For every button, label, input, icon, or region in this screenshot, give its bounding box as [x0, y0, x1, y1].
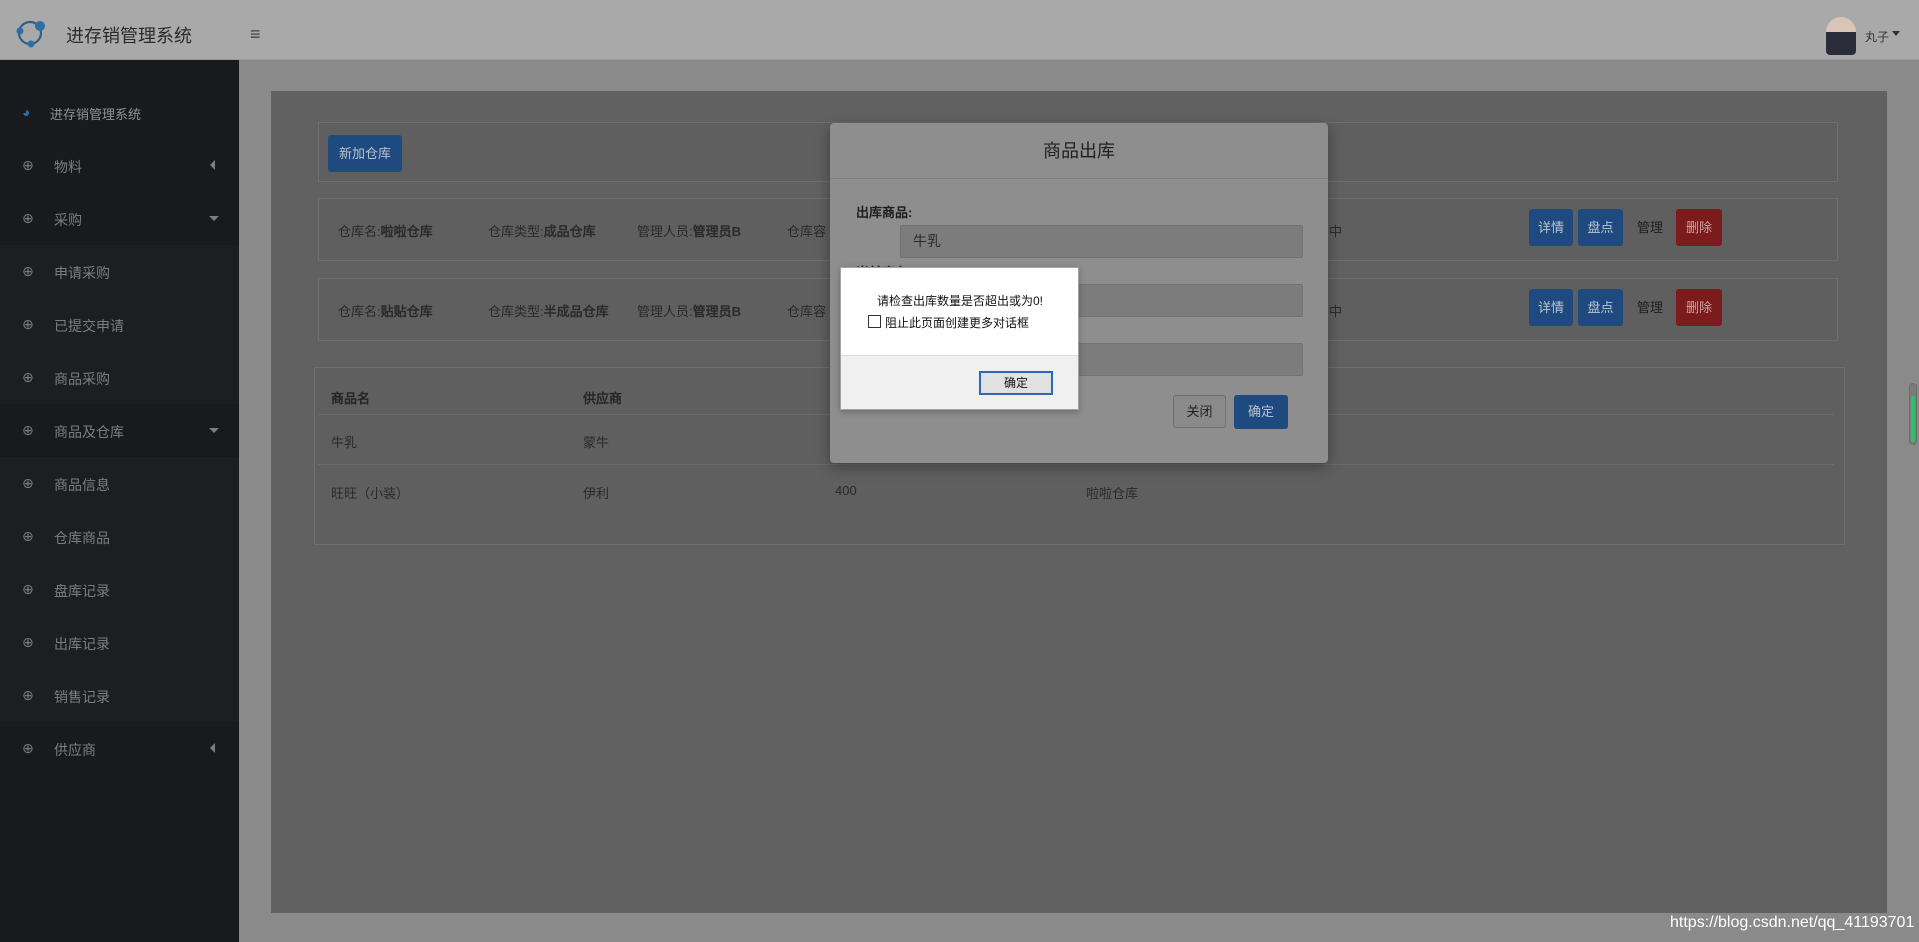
table-cell-name: 旺旺（小装） — [331, 486, 410, 501]
sidebar-item-apply-purchase[interactable]: ⊕ 申请采购 — [0, 245, 239, 298]
table-cell-warehouse: 啦啦仓库 — [1086, 486, 1139, 501]
sidebar-item-supplier[interactable]: ⊕ 供应商 — [0, 722, 239, 775]
table-cell-supplier: 伊利 — [583, 486, 610, 501]
sidebar-item-goods-warehouse[interactable]: ⊕ 商品及仓库 — [0, 404, 239, 457]
avatar[interactable] — [1826, 17, 1856, 55]
crosshair-icon: ⊕ — [22, 263, 34, 279]
crosshair-icon: ⊕ — [22, 316, 34, 332]
app-title: 进存销管理系统 — [66, 26, 192, 46]
logo-icon — [16, 20, 45, 48]
sidebar-item-label: 物料 — [54, 159, 82, 175]
sidebar-item-label: 盘库记录 — [54, 583, 110, 599]
sidebar-item-stocktake-records[interactable]: ⊕ 盘库记录 — [0, 563, 239, 616]
stocktake-button[interactable]: 盘点 — [1578, 289, 1623, 326]
sidebar-item-label: 仓库商品 — [54, 530, 110, 546]
chevron-down-icon — [209, 428, 219, 433]
alert-footer: 确定 — [841, 355, 1078, 409]
manage-button[interactable]: 管理 — [1628, 209, 1672, 246]
suppress-dialogs-checkbox[interactable] — [868, 315, 881, 328]
watermark: https://blog.csdn.net/qq_41193701 — [1670, 914, 1915, 931]
sidebar-item-label: 申请采购 — [54, 265, 110, 281]
sidebar-item-label: 出库记录 — [54, 636, 110, 652]
crosshair-icon: ⊕ — [22, 687, 34, 703]
crosshair-icon: ⊕ — [22, 634, 34, 650]
warehouse-status: 中 — [1329, 304, 1343, 319]
table-cell-name: 牛乳 — [331, 435, 358, 450]
sidebar-item-label: 商品信息 — [54, 477, 110, 493]
sidebar-item-submitted[interactable]: ⊕ 已提交申请 — [0, 298, 239, 351]
stocktake-button[interactable]: 盘点 — [1578, 209, 1623, 246]
warehouse-manager: 管理人员:管理员B — [637, 304, 742, 319]
product-label: 出库商品: — [856, 205, 913, 220]
top-header: 进存销管理系统 ≡ 丸子 — [0, 0, 1919, 60]
sidebar-item-goods-info[interactable]: ⊕ 商品信息 — [0, 457, 239, 510]
detail-button[interactable]: 详情 — [1529, 209, 1573, 246]
product-field[interactable]: 牛乳 — [900, 225, 1303, 258]
warehouse-name: 仓库名:啦啦仓库 — [338, 224, 433, 239]
sidebar-item-label: 销售记录 — [54, 689, 110, 705]
warehouse-type: 仓库类型:成品仓库 — [488, 224, 596, 239]
crosshair-icon: ⊕ — [22, 369, 34, 385]
sidebar-item-label: 商品及仓库 — [54, 424, 124, 440]
crosshair-icon: ⊕ — [22, 422, 34, 438]
column-header-name: 商品名 — [331, 391, 371, 406]
crosshair-icon: ⊕ — [22, 740, 34, 756]
alert-ok-button[interactable]: 确定 — [979, 371, 1053, 395]
crosshair-icon: ⊕ — [22, 475, 34, 491]
crosshair-icon: ⊕ — [22, 210, 34, 226]
suppress-dialogs-label[interactable]: 阻止此页面创建更多对话框 — [885, 314, 1029, 331]
sidebar-item-label: 供应商 — [54, 742, 96, 758]
add-warehouse-button[interactable]: 新加仓库 — [328, 135, 402, 172]
sidebar-item-purchase[interactable]: ⊕ 采购 — [0, 192, 239, 245]
sidebar-item-label: 已提交申请 — [54, 318, 124, 334]
alert-dialog: 请检查出库数量是否超出或为0! 阻止此页面创建更多对话框 确定 — [840, 267, 1079, 410]
confirm-button[interactable]: 确定 — [1234, 395, 1288, 429]
manage-button[interactable]: 管理 — [1628, 289, 1672, 326]
sidebar-item-label: 采购 — [54, 212, 82, 228]
table-cell-supplier: 蒙牛 — [583, 435, 610, 450]
chevron-left-icon — [210, 160, 215, 170]
warehouse-name: 仓库名:贴贴仓库 — [338, 304, 433, 319]
table-cell-quantity: 400 — [835, 483, 857, 498]
sidebar-item-warehouse-goods[interactable]: ⊕ 仓库商品 — [0, 510, 239, 563]
delete-button[interactable]: 删除 — [1676, 289, 1722, 326]
delete-button[interactable]: 删除 — [1676, 209, 1722, 246]
warehouse-status: 中 — [1329, 224, 1343, 239]
warehouse-type: 仓库类型:半成品仓库 — [488, 304, 609, 319]
alert-message: 请检查出库数量是否超出或为0! — [877, 294, 1044, 308]
scroll-indicator[interactable] — [1909, 383, 1917, 445]
sidebar-item-sales-records[interactable]: ⊕ 销售记录 — [0, 669, 239, 722]
sidebar-item-label: 进存销管理系统 — [50, 107, 142, 122]
table-divider — [318, 464, 1834, 465]
detail-button[interactable]: 详情 — [1529, 289, 1573, 326]
sidebar-item-materials[interactable]: ⊕ 物料 — [0, 139, 239, 192]
warehouse-capacity: 仓库容 — [787, 304, 827, 319]
dashboard-icon: ◕ — [22, 104, 31, 120]
user-dropdown-caret-icon[interactable] — [1892, 31, 1900, 36]
crosshair-icon: ⊕ — [22, 581, 34, 597]
close-button[interactable]: 关闭 — [1173, 395, 1226, 428]
sidebar-item-label: 商品采购 — [54, 371, 110, 387]
column-header-supplier: 供应商 — [583, 391, 623, 406]
menu-toggle-icon[interactable]: ≡ — [250, 24, 261, 45]
crosshair-icon: ⊕ — [22, 528, 34, 544]
sidebar-item-home[interactable]: ◕ 进存销管理系统 — [0, 86, 239, 139]
crosshair-icon: ⊕ — [22, 157, 34, 173]
scroll-thumb[interactable] — [1911, 396, 1915, 442]
warehouse-capacity: 仓库容 — [787, 224, 827, 239]
warehouse-manager: 管理人员:管理员B — [637, 224, 742, 239]
user-name[interactable]: 丸子 — [1865, 28, 1889, 45]
sidebar-item-goods-purchase[interactable]: ⊕ 商品采购 — [0, 351, 239, 404]
chevron-down-icon — [209, 216, 219, 221]
sidebar-item-outbound-records[interactable]: ⊕ 出库记录 — [0, 616, 239, 669]
chevron-left-icon — [210, 743, 215, 753]
modal-title: 商品出库 — [830, 123, 1328, 179]
